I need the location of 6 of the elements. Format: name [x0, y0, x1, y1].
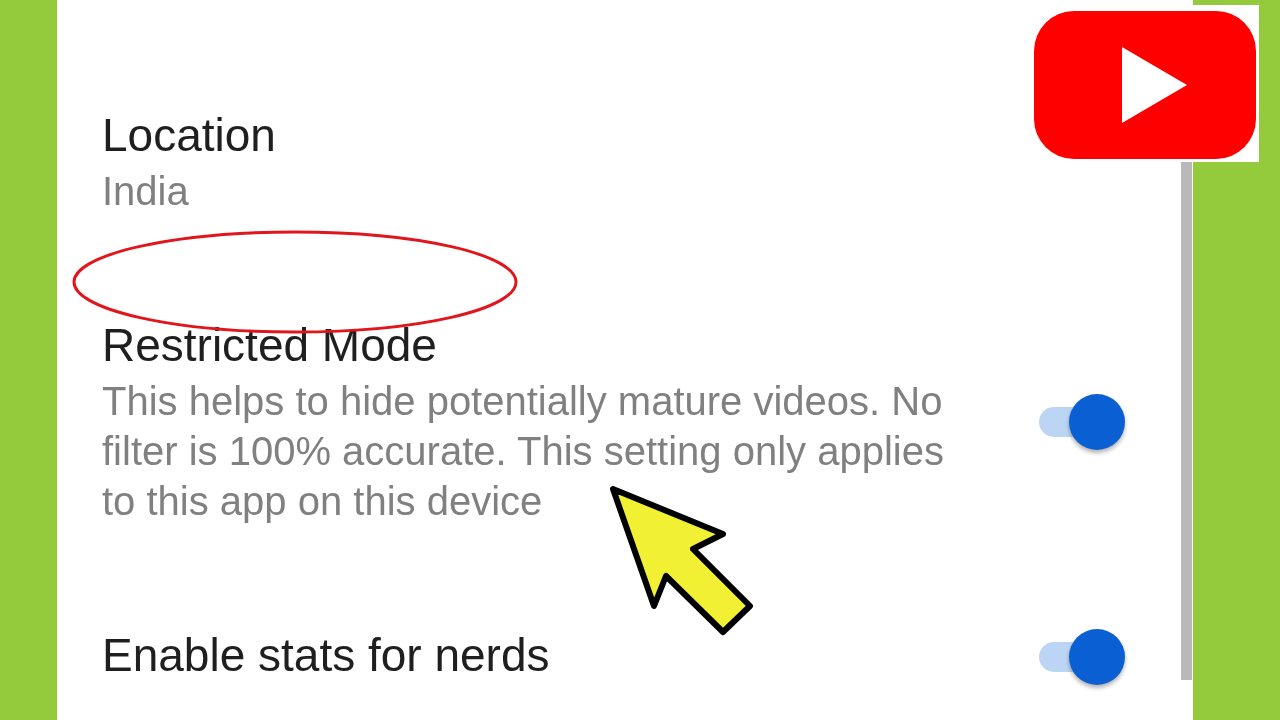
setting-title: Enable stats for nerds: [102, 628, 551, 683]
setting-value: India: [102, 168, 190, 215]
setting-title: Restricted Mode: [102, 318, 438, 373]
setting-description: This helps to hide potentially mature videos. No filter is 100% accurate. This setting only applies to this app on this device: [102, 378, 945, 525]
setting-title: Location: [102, 108, 277, 163]
arrow-icon: [610, 486, 755, 636]
